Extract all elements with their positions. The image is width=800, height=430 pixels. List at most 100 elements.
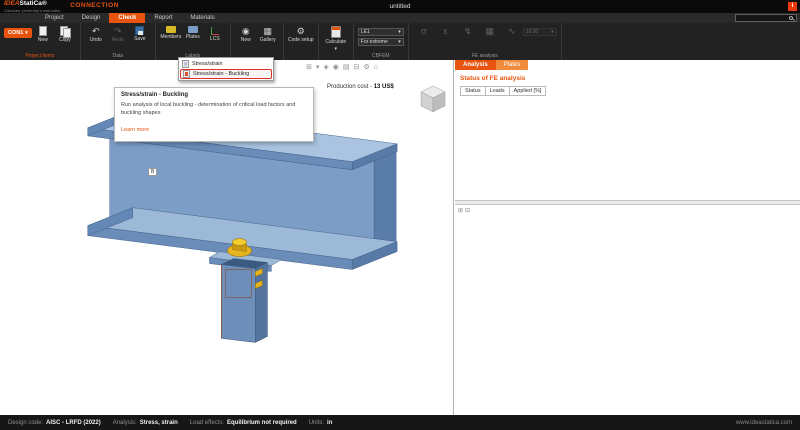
title-bar: IDEAStatiCa® Calculate yesterday's estim…: [0, 0, 800, 13]
column-header-applied: Applied [%]: [509, 86, 547, 96]
view-dropdown-caret-icon[interactable]: ▾: [316, 63, 320, 73]
code-setup-button[interactable]: ⚙ Code setup: [289, 25, 313, 43]
save-icon: [135, 26, 144, 35]
app-window: IDEAStatiCa® Calculate yesterday's estim…: [0, 0, 800, 430]
collapse-pane-icon[interactable]: ⊟: [465, 207, 470, 214]
new-screenshot-button[interactable]: ◉ New: [236, 25, 256, 43]
tab-project[interactable]: Project: [36, 13, 73, 23]
menu-item-stress-strain[interactable]: Stress/strain: [180, 59, 272, 69]
calculator-icon: [331, 26, 341, 38]
copy-project-item-button[interactable]: Copy: [55, 25, 75, 43]
column-header-status: Status: [460, 86, 486, 96]
copy-icon: [60, 26, 69, 36]
group-label-project-items: Project items: [0, 53, 80, 59]
redo-button[interactable]: ↷ Redo: [108, 25, 128, 43]
undo-button[interactable]: ↶ Undo: [86, 25, 106, 43]
home-view-icon[interactable]: ⌂: [374, 63, 378, 73]
render-mode-icon[interactable]: ◈: [323, 63, 328, 73]
chevron-down-icon: ▾: [398, 29, 401, 35]
tab-design[interactable]: Design: [73, 13, 110, 23]
new-document-icon: [39, 26, 47, 36]
column-header-loads: Loads: [485, 86, 510, 96]
members-label-icon: [166, 26, 176, 33]
grid-icon[interactable]: ⊟: [354, 63, 360, 73]
strain-button[interactable]: ε: [436, 25, 456, 36]
plates-labels-toggle[interactable]: Plates: [183, 25, 203, 40]
logo-tagline: Calculate yesterday's estimates: [4, 9, 60, 13]
status-design-code: Design code: AISC - LRFD (2022): [8, 420, 101, 426]
tab-materials[interactable]: Materials: [181, 13, 223, 23]
logo-idea: IDEA: [4, 0, 20, 7]
ribbon-group-project-items: CON1 ▾ New Copy Project items: [0, 23, 81, 60]
calculate-button[interactable]: Calculate ▾: [324, 25, 348, 52]
status-bar: Design code: AISC - LRFD (2022) Analysis…: [0, 415, 800, 430]
detail-pane: ⊞ ⊟: [455, 205, 800, 415]
bolt-forces-button[interactable]: ↯: [458, 25, 478, 36]
save-button[interactable]: Save: [130, 25, 150, 42]
ribbon-group-labels: Members Plates LCS Labels: [156, 23, 231, 60]
tab-analysis[interactable]: Analysis: [455, 60, 496, 70]
app-logo: IDEAStatiCa® Calculate yesterday's estim…: [0, 0, 60, 13]
website-link[interactable]: www.ideastatica.com: [736, 420, 792, 426]
detail-pane-toolbar: ⊞ ⊟: [458, 207, 470, 214]
expand-pane-icon[interactable]: ⊞: [458, 207, 463, 214]
screenshot-icon[interactable]: ▤: [343, 63, 350, 73]
logo-reg-mark: ®: [42, 0, 47, 7]
deformed-shape-icon: ∿: [508, 26, 516, 36]
tab-check[interactable]: Check: [109, 13, 145, 23]
navigation-cube[interactable]: [421, 86, 445, 112]
mesh-button[interactable]: ▦: [480, 25, 500, 36]
tab-plates[interactable]: Plates: [496, 60, 529, 70]
ribbon-group-code-setup: ⚙ Code setup: [284, 23, 319, 60]
deformation-scale-select[interactable]: 10.00 ▾: [523, 28, 557, 36]
gallery-icon: ▦: [264, 26, 273, 36]
settings-gear-icon[interactable]: ⚙: [363, 63, 369, 73]
load-case-select[interactable]: LE1 ▾: [358, 28, 404, 36]
extreme-select[interactable]: For extreme ▾: [358, 38, 404, 46]
fe-analysis-status-header: Status of FE analysis: [455, 70, 800, 86]
calculate-dropdown-menu: Stress/strain Stress/strain - Buckling: [178, 57, 274, 81]
chevron-down-icon: ▾: [398, 39, 401, 45]
right-panel-tabs: Analysis Plates: [455, 60, 800, 70]
equivalent-stress-icon: σ: [421, 26, 427, 36]
menu-item-stress-strain-buckling[interactable]: Stress/strain - Buckling: [180, 69, 272, 79]
learn-more-link[interactable]: Learn more: [121, 127, 149, 133]
search-box[interactable]: [735, 14, 797, 22]
status-analysis: Analysis: Stress, strain: [113, 420, 178, 426]
search-input[interactable]: [736, 15, 789, 21]
search-icon: [789, 16, 793, 20]
production-cost-value: 13 US$: [374, 84, 394, 90]
app-badge-icon[interactable]: i: [788, 2, 797, 11]
con1-project-item-button[interactable]: CON1 ▾: [4, 28, 32, 38]
logo-statica: StatiCa: [20, 0, 42, 7]
buckling-icon: [183, 70, 190, 78]
lcs-toggle[interactable]: LCS: [205, 25, 225, 42]
fe-status-table-body: [455, 96, 800, 200]
plates-label-icon: [188, 26, 198, 33]
column-member[interactable]: [221, 259, 267, 343]
lcs-axes-icon: [210, 26, 219, 35]
viewport-toolbar: ⊞ ▾ ◈ ◉ ▤ ⊟ ⚙ ⌂: [306, 63, 378, 73]
new-project-item-button[interactable]: New: [33, 25, 53, 43]
mesh-icon: ▦: [486, 26, 495, 36]
camera-icon: ◉: [242, 26, 250, 36]
tab-report[interactable]: Report: [145, 13, 181, 23]
fit-view-icon[interactable]: ⊞: [306, 63, 312, 73]
fe-status-table-header: Status Loads Applied [%]: [460, 86, 800, 96]
bolt-forces-icon: ↯: [464, 26, 472, 36]
equivalent-stress-button[interactable]: σ: [414, 25, 434, 36]
group-label-fe-analysis: FE analysis: [409, 53, 561, 59]
buckling-tooltip: Stress/strain - Buckling Run analysis of…: [114, 87, 314, 142]
gear-icon: ⚙: [297, 26, 305, 36]
camera-icon[interactable]: ◉: [333, 63, 339, 73]
ribbon-group-calculate: Calculate ▾: [319, 23, 354, 60]
tooltip-title: Stress/strain - Buckling: [121, 92, 307, 98]
member-tag-label[interactable]: B: [148, 168, 157, 176]
group-label-cbfem: CBFEM: [354, 53, 408, 59]
deformed-button[interactable]: ∿: [502, 25, 522, 36]
undo-icon: ↶: [92, 26, 100, 36]
gallery-button[interactable]: ▦ Gallery: [258, 25, 278, 43]
members-labels-toggle[interactable]: Members: [161, 25, 181, 40]
status-units: Units: in: [309, 420, 333, 426]
ribbon-group-data: ↶ Undo ↷ Redo Save Data: [81, 23, 156, 60]
